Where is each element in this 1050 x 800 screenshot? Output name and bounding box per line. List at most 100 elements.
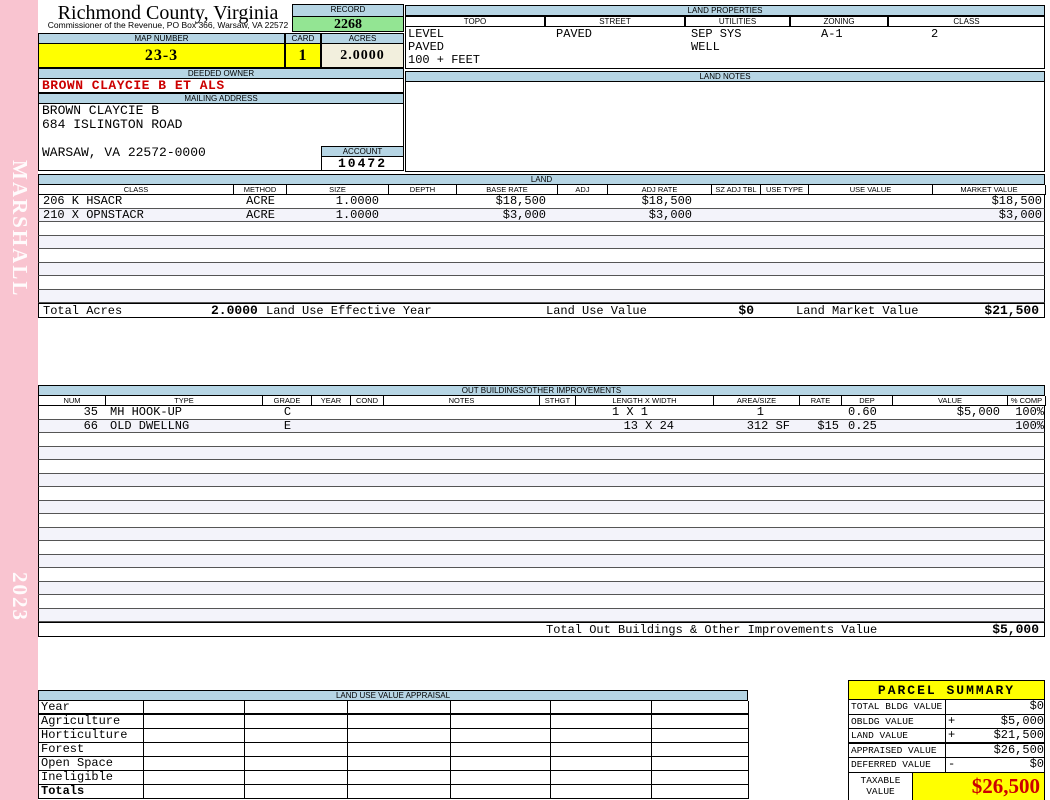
utilities-value-2: WELL bbox=[691, 40, 720, 54]
empty-row bbox=[38, 446, 1045, 460]
empty-row bbox=[38, 527, 1045, 541]
summary-row-appraised: APPRAISED VALUE $26,500 bbox=[849, 742, 1044, 758]
spine-watermark-name: MARSHALL bbox=[8, 160, 32, 298]
land-use-appraisal-table: LAND USE VALUE APPRAISAL Year Agricultur… bbox=[38, 690, 749, 799]
out-buildings-total-label: Total Out Buildings & Other Improvements… bbox=[546, 623, 878, 637]
out-buildings-headers: NUM TYPE GRADE YEAR COND NOTES STHGT LEN… bbox=[38, 396, 1046, 406]
ob-col-rate: RATE bbox=[800, 396, 842, 406]
empty-row bbox=[38, 554, 1045, 568]
empty-row bbox=[38, 608, 1045, 622]
empty-row bbox=[38, 222, 1045, 236]
land-col-adj: ADJ bbox=[558, 185, 608, 195]
parcel-summary-title: PARCEL SUMMARY bbox=[849, 681, 1044, 700]
land-use-value: $0 bbox=[738, 303, 754, 318]
appraisal-row-open-space: Open Space bbox=[38, 757, 749, 771]
land-use-appraisal-title: LAND USE VALUE APPRAISAL bbox=[38, 690, 748, 701]
out-building-row: 35 MH HOOK-UP C 1 X 1 1 0.60 $5,000 100% bbox=[38, 406, 1045, 420]
ob-col-year: YEAR bbox=[312, 396, 351, 406]
map-number-section: MAP NUMBER CARD ACRES 23-3 1 2.0000 bbox=[38, 33, 404, 68]
empty-row bbox=[38, 235, 1045, 249]
record-value: 2268 bbox=[292, 17, 404, 32]
empty-row bbox=[38, 541, 1045, 555]
land-totals-row: Total Acres 2.0000 Land Use Effective Ye… bbox=[38, 303, 1045, 318]
appraisal-row-horticulture: Horticulture bbox=[38, 729, 749, 743]
land-properties-section: LAND PROPERTIES TOPO STREET UTILITIES ZO… bbox=[405, 5, 1045, 69]
acres-value: 2.0000 bbox=[321, 44, 404, 68]
year-spine: MARSHALL 2023 bbox=[0, 0, 38, 800]
record-box: RECORD 2268 bbox=[292, 4, 404, 32]
summary-row-taxable: TAXABLE VALUE $26,500 bbox=[849, 772, 1044, 800]
zoning-value: A-1 bbox=[821, 27, 843, 41]
mailing-line: 684 ISLINGTON ROAD bbox=[42, 117, 183, 132]
appraisal-row-forest: Forest bbox=[38, 743, 749, 757]
appraisal-row-agriculture: Agriculture bbox=[38, 715, 749, 729]
summary-row-total-bldg: TOTAL BLDG VALUE $0 bbox=[849, 699, 1044, 715]
empty-row bbox=[38, 500, 1045, 514]
summary-row-obldg: OBLDG VALUE + $5,000 bbox=[849, 713, 1044, 729]
empty-row bbox=[38, 595, 1045, 609]
col-zoning: ZONING bbox=[790, 16, 888, 27]
acres-label: ACRES bbox=[321, 33, 404, 44]
land-row: 206 K HSACR ACRE 1.0000 $18,500 $18,500 … bbox=[38, 195, 1045, 209]
land-table: LAND CLASS METHOD SIZE DEPTH BASE RATE A… bbox=[38, 174, 1046, 318]
empty-row bbox=[38, 487, 1045, 501]
out-buildings-title: OUT BUILDINGS/OTHER IMPROVEMENTS bbox=[38, 385, 1045, 396]
col-topo: TOPO bbox=[405, 16, 545, 27]
land-notes-section: LAND NOTES bbox=[405, 71, 1045, 172]
parcel-summary: PARCEL SUMMARY TOTAL BLDG VALUE $0 OBLDG… bbox=[848, 680, 1045, 800]
land-table-title: LAND bbox=[38, 174, 1045, 185]
land-notes-title: LAND NOTES bbox=[405, 71, 1045, 82]
topo-value-3: 100 + FEET bbox=[408, 53, 481, 67]
land-properties-title: LAND PROPERTIES bbox=[405, 5, 1045, 16]
street-value: PAVED bbox=[556, 27, 593, 41]
record-label: RECORD bbox=[292, 4, 404, 17]
out-buildings-total-row: Total Out Buildings & Other Improvements… bbox=[38, 622, 1045, 637]
empty-row bbox=[38, 460, 1045, 474]
deeded-owner-value: BROWN CLAYCIE B ET ALS bbox=[38, 79, 404, 93]
card-label: CARD bbox=[285, 33, 321, 44]
summary-row-land: LAND VALUE + $21,500 bbox=[849, 728, 1044, 744]
land-col-use-type: USE TYPE bbox=[761, 185, 809, 195]
taxable-value: $26,500 bbox=[913, 772, 1044, 800]
land-market-value: $21,500 bbox=[984, 303, 1039, 318]
county-subtitle: Commissioner of the Revenue, PO Box 366,… bbox=[47, 20, 289, 30]
account-box: ACCOUNT 10472 bbox=[321, 146, 404, 171]
appraisal-row-year: Year bbox=[38, 701, 749, 715]
taxable-value-label: TAXABLE VALUE bbox=[849, 772, 913, 800]
spine-watermark-year: 2023 bbox=[8, 572, 32, 622]
out-buildings-table: OUT BUILDINGS/OTHER IMPROVEMENTS NUM TYP… bbox=[38, 385, 1046, 637]
col-class: CLASS bbox=[888, 16, 1045, 27]
out-building-row: 66 OLD DWELLNG E 13 X 24 312 SF $15 0.25… bbox=[38, 419, 1045, 433]
property-record-card: MARSHALL 2023 Richmond County, Virginia … bbox=[0, 0, 1050, 800]
land-market-value-label: Land Market Value bbox=[796, 304, 919, 318]
land-notes-box bbox=[405, 82, 1045, 172]
mailing-line bbox=[39, 132, 403, 146]
owner-section: DEEDED OWNER BROWN CLAYCIE B ET ALS MAIL… bbox=[38, 68, 404, 171]
map-number-value: 23-3 bbox=[38, 44, 285, 68]
total-acres-value: 2.0000 bbox=[211, 303, 258, 318]
empty-row bbox=[38, 433, 1045, 447]
card-value: 1 bbox=[285, 44, 321, 68]
land-row: 210 X OPNSTACR ACRE 1.0000 $3,000 $3,000… bbox=[38, 208, 1045, 222]
appraisal-row-ineligible: Ineligible bbox=[38, 771, 749, 785]
class-value: 2 bbox=[931, 27, 939, 41]
empty-row bbox=[38, 473, 1045, 487]
land-col-depth: DEPTH bbox=[389, 185, 457, 195]
empty-row bbox=[38, 568, 1045, 582]
col-street: STREET bbox=[545, 16, 685, 27]
land-properties-headers: TOPO STREET UTILITIES ZONING CLASS bbox=[405, 16, 1045, 27]
land-col-use-value: USE VALUE bbox=[809, 185, 933, 195]
summary-row-deferred: DEFERRED VALUE - $0 bbox=[849, 757, 1044, 773]
mailing-line: BROWN CLAYCIE B bbox=[42, 103, 160, 118]
land-properties-values: LEVEL PAVED 100 + FEET PAVED SEP SYS WEL… bbox=[405, 27, 1045, 69]
map-number-label: MAP NUMBER bbox=[38, 33, 285, 44]
empty-row bbox=[38, 276, 1045, 290]
mailing-address-box: BROWN CLAYCIE B 684 ISLINGTON ROAD WARSA… bbox=[38, 104, 404, 171]
empty-row bbox=[38, 249, 1045, 263]
land-col-sz-adj-tbl: SZ ADJ TBL bbox=[712, 185, 761, 195]
effective-year-label: Land Use Effective Year bbox=[266, 304, 432, 318]
empty-row bbox=[38, 262, 1045, 276]
empty-row bbox=[38, 289, 1045, 303]
total-acres-label: Total Acres bbox=[43, 304, 123, 318]
empty-row bbox=[38, 581, 1045, 595]
